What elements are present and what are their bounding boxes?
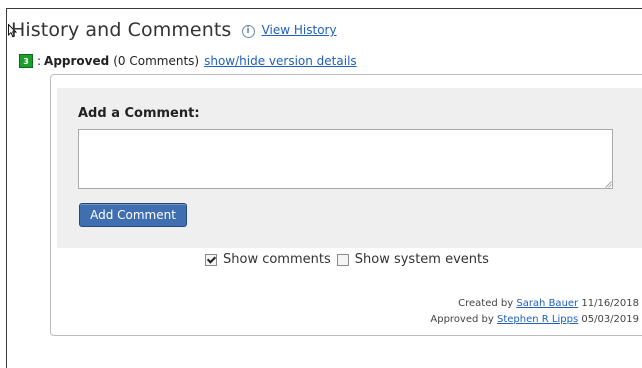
info-icon[interactable]: i [241, 25, 255, 38]
show-comments-label[interactable]: Show comments [223, 252, 331, 267]
add-comment-label: Add a Comment: [78, 106, 200, 121]
show-comments-checkbox[interactable] [205, 253, 217, 266]
version-separator: : [37, 54, 42, 68]
approved-by-user-link[interactable]: Stephen R Lipps [497, 314, 578, 325]
comment-textarea[interactable] [78, 129, 613, 189]
comment-count: (0 Comments) [113, 54, 200, 68]
version-number-badge: 3 [19, 54, 33, 68]
version-status: Approved [44, 54, 110, 68]
created-by-line: Created by Sarah Bauer 11/16/2018 [430, 296, 639, 312]
version-audit-footer: Created by Sarah Bauer 11/16/2018 Approv… [430, 296, 639, 328]
resize-grip-icon[interactable] [605, 181, 612, 188]
approved-by-line: Approved by Stephen R Lipps 05/03/2019 [430, 312, 639, 328]
history-header: History and Comments i View History [11, 19, 337, 41]
created-by-prefix: Created by [458, 298, 514, 309]
toggle-version-details-link[interactable]: show/hide version details [204, 54, 357, 68]
add-comment-button[interactable]: Add Comment [79, 203, 187, 227]
created-by-user-link[interactable]: Sarah Bauer [516, 298, 578, 309]
version-row: 3 : Approved (0 Comments) show/hide vers… [19, 54, 357, 68]
show-system-events-checkbox[interactable] [336, 253, 349, 266]
approved-by-prefix: Approved by [430, 314, 494, 325]
event-filters: Show comments Show system events [205, 252, 495, 267]
add-comment-panel: Add a Comment: Add Comment [57, 88, 642, 248]
view-history-link[interactable]: View History [262, 23, 337, 37]
approved-date: 05/03/2019 [581, 314, 639, 325]
created-date: 11/16/2018 [581, 298, 639, 309]
section-title: History and Comments [11, 19, 232, 41]
show-system-events-label[interactable]: Show system events [355, 252, 489, 267]
